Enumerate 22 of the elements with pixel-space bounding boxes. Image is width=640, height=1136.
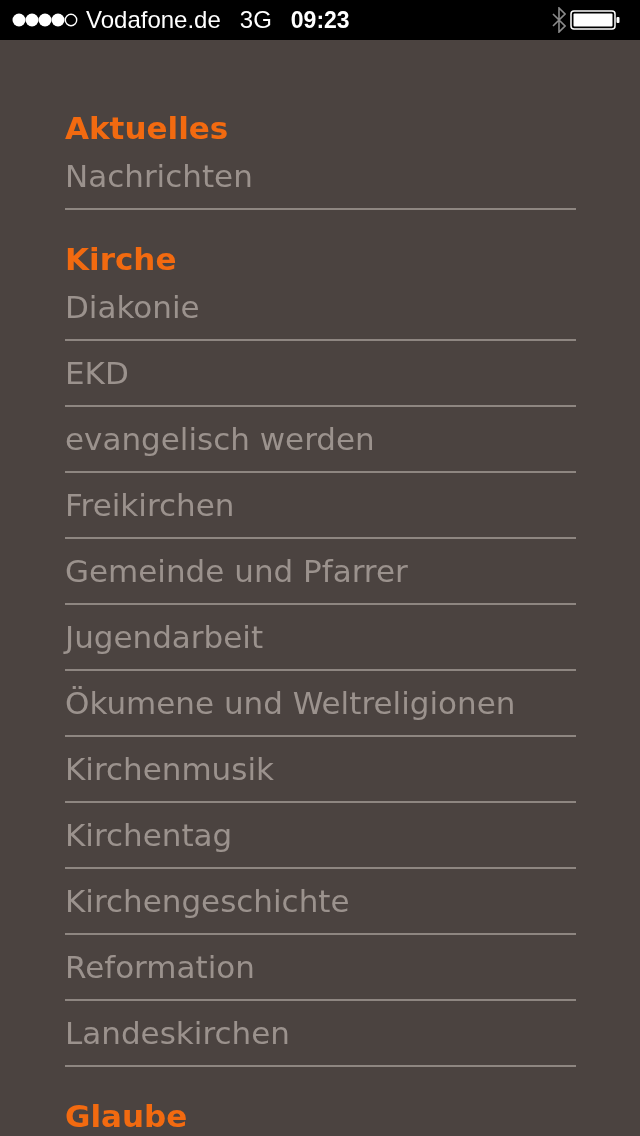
carrier-name: Vodafone.de bbox=[86, 5, 221, 35]
menu-item[interactable]: Ökumene und Weltreligionen bbox=[65, 671, 576, 737]
bluetooth-icon bbox=[552, 7, 566, 33]
section-heading: Glaube bbox=[65, 1099, 189, 1133]
menu-item[interactable]: Kirchenmusik bbox=[65, 737, 576, 803]
section-heading: Aktuelles bbox=[65, 111, 230, 145]
menu-item[interactable]: Nachrichten bbox=[65, 144, 576, 210]
menu-item[interactable]: Kirchentag bbox=[65, 803, 576, 869]
clock-time: 09:23 bbox=[290, 5, 350, 35]
network-type: 3G bbox=[239, 5, 272, 35]
section-heading: Kirche bbox=[65, 242, 178, 276]
menu-item[interactable]: Kirchengeschichte bbox=[65, 869, 576, 935]
battery-icon bbox=[570, 10, 620, 30]
menu-item[interactable]: Gemeinde und Pfarrer bbox=[65, 539, 576, 605]
menu-item[interactable]: Jugendarbeit bbox=[65, 605, 576, 671]
menu-item[interactable]: Diakonie bbox=[65, 275, 576, 341]
menu-item[interactable]: Freikirchen bbox=[65, 473, 576, 539]
menu-item[interactable]: EKD bbox=[65, 341, 576, 407]
menu-item[interactable]: evangelisch werden bbox=[65, 407, 576, 473]
signal-strength-icon bbox=[12, 13, 78, 27]
menu-item[interactable]: Landeskirchen bbox=[65, 1001, 576, 1067]
menu-item[interactable]: Reformation bbox=[65, 935, 576, 1001]
